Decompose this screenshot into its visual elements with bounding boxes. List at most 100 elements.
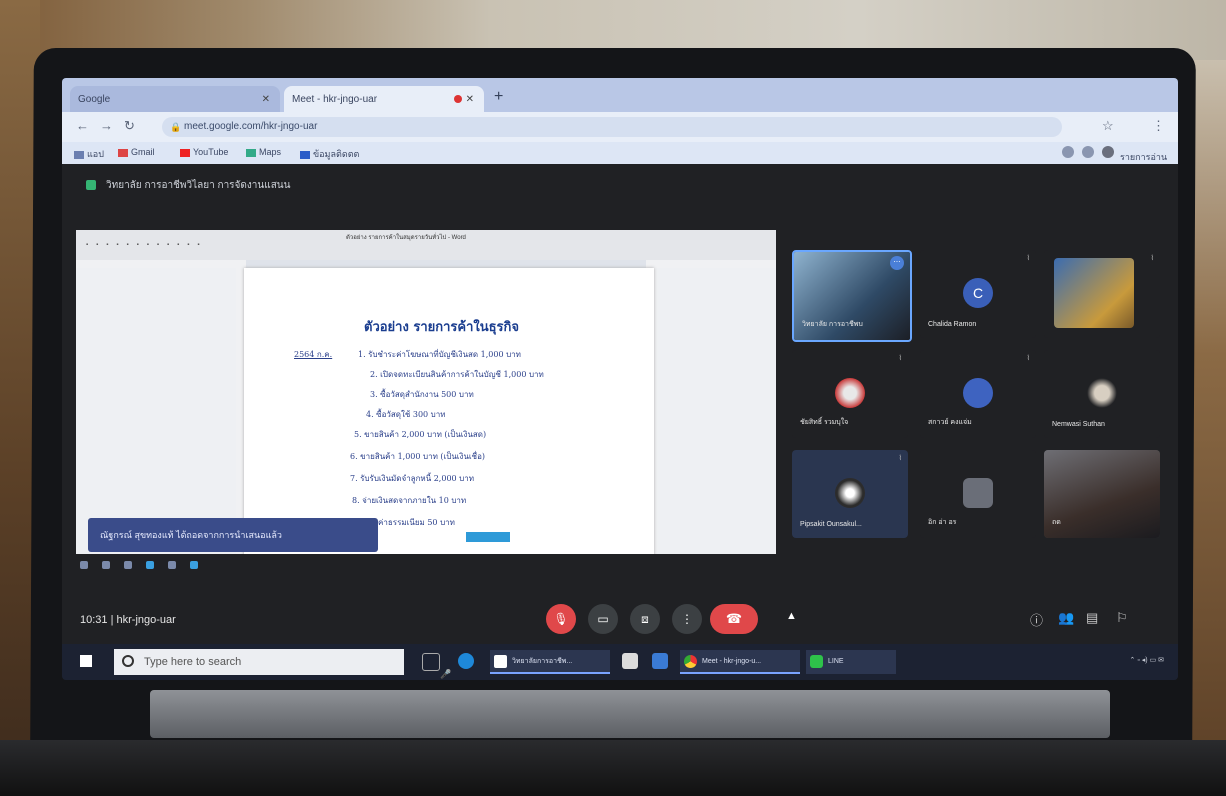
- new-tab-button[interactable]: +: [494, 88, 503, 106]
- bookmark-icon: [300, 150, 310, 159]
- document-line: 2. เปิดจดทะเบียนสินค้าการค้าในบัญชี 1,00…: [370, 370, 544, 379]
- participant-tile[interactable]: ถด: [1044, 450, 1160, 538]
- taskbar-app-line[interactable]: LINE: [806, 650, 896, 674]
- participant-tile[interactable]: ⌇ Pipsakit Ounsakul...: [792, 450, 908, 538]
- tab-meet[interactable]: Meet - hkr-jngo-uar ✕: [284, 86, 484, 112]
- recording-icon: [453, 95, 462, 103]
- lock-icon: 🔒: [170, 122, 182, 132]
- meet-area: วิทยาลัย การอาชีพวิไลยา การจัดงานแสนน ตั…: [62, 164, 1178, 680]
- document-line: 4. ซื้อวัสดุใช้ 300 บาท: [366, 410, 446, 419]
- close-icon[interactable]: ✕: [466, 94, 474, 105]
- document-status-bar: [466, 532, 510, 542]
- document-line: 6. ขายสินค้า 1,000 บาท (เป็นเงินเชื่อ): [350, 452, 485, 461]
- search-icon: [122, 655, 134, 667]
- participant-tile[interactable]: อิก อ่า อร: [920, 450, 1036, 538]
- line-icon: [810, 655, 823, 668]
- youtube-icon: [180, 148, 190, 157]
- extension-icon[interactable]: [1082, 146, 1094, 158]
- participant-tile[interactable]: ⋯ วิทยาลัย การอาชีพบ: [792, 250, 912, 342]
- document-left-margin: [76, 268, 236, 554]
- laptop-screen: Google ✕ Meet - hkr-jngo-uar ✕ + ← → ↻ 🔒…: [62, 78, 1178, 680]
- people-icon[interactable]: 👥: [1058, 610, 1074, 626]
- participant-tile[interactable]: Nemwasi Suthan: [1044, 350, 1160, 438]
- bookmark-info[interactable]: ข้อมูลติดตต: [300, 147, 359, 161]
- menu-icon[interactable]: ⋮: [1152, 118, 1165, 134]
- more-options-button[interactable]: ⋮: [672, 604, 702, 634]
- app-icon: [124, 561, 132, 569]
- ruler: [246, 260, 646, 268]
- laptop-hinge: [150, 690, 1110, 738]
- muted-icon: ⌇: [1026, 255, 1030, 262]
- bookmark-youtube[interactable]: YouTube: [180, 147, 228, 157]
- taskbar-search-input[interactable]: Type here to search 🎤: [114, 649, 451, 679]
- bookmark-gmail[interactable]: Gmail: [118, 147, 155, 157]
- more-options-icon[interactable]: ⋯: [890, 256, 904, 270]
- taskbar-app-word[interactable]: วิทยาลัยการอาชีพ...: [490, 650, 610, 674]
- windows-start-icon[interactable]: [80, 655, 92, 667]
- document-icon: [494, 655, 507, 668]
- info-icon[interactable]: ⓘ: [1030, 610, 1043, 629]
- apps-icon: [74, 150, 84, 159]
- mic-off-button[interactable]: 🎙: [546, 604, 576, 634]
- url-bar[interactable]: 🔒 meet.google.com/hkr-jngo-uar: [162, 117, 1062, 137]
- meeting-controls: 10:31 | hkr-jngo-uar 🎙 ▭ ⧈ ⋮ ☎ ▲ ⓘ 👥 ▤ ⚐: [62, 598, 1178, 644]
- muted-icon: ⌇: [1026, 355, 1030, 362]
- extension-icon[interactable]: [1062, 146, 1074, 158]
- browser-tab-bar: Google ✕ Meet - hkr-jngo-uar ✕ +: [62, 78, 1178, 112]
- close-icon[interactable]: ✕: [262, 94, 270, 105]
- chat-icon[interactable]: ▤: [1086, 610, 1098, 626]
- laptop-keyboard-deck: [0, 740, 1226, 796]
- muted-icon: ⌇: [898, 355, 902, 362]
- bookmark-maps[interactable]: Maps: [246, 147, 281, 157]
- muted-icon: ⌇: [1150, 255, 1154, 262]
- bookmark-apps[interactable]: แอป: [74, 147, 104, 161]
- present-button[interactable]: ⧈: [630, 604, 660, 634]
- presenter-banner: วิทยาลัย การอาชีพวิไลยา การจัดงานแสนน: [86, 178, 290, 193]
- participant-tile[interactable]: ⌇ ชัยสิทธิ์ รวมบุใจ: [792, 350, 908, 438]
- reload-icon[interactable]: ↻: [124, 118, 135, 134]
- document-window-title: ตัวอย่าง รายการค้าในสมุดรายวันทั่วไป - W…: [346, 235, 466, 241]
- store-icon[interactable]: [622, 653, 638, 669]
- edge-icon[interactable]: [458, 653, 474, 669]
- participant-name: ถด: [1052, 519, 1061, 526]
- microphone-icon[interactable]: 🎤: [440, 661, 451, 680]
- participant-name: อิก อ่า อร: [928, 519, 957, 526]
- document-date: 2564 ก.ค.: [294, 350, 333, 359]
- taskbar-app-chrome[interactable]: Meet - hkr-jngo-u...: [680, 650, 800, 674]
- participant-tile[interactable]: C ⌇ Chalida Ramon: [920, 250, 1036, 338]
- app-icon: [168, 561, 176, 569]
- tab-google[interactable]: Google ✕: [70, 86, 280, 112]
- start-icon: [80, 561, 88, 569]
- word-ribbon: ตัวอย่าง รายการค้าในสมุดรายวันทั่วไป - W…: [76, 230, 776, 260]
- star-icon[interactable]: ☆: [1102, 118, 1114, 134]
- present-icon: [86, 180, 96, 191]
- back-icon[interactable]: ←: [76, 118, 89, 133]
- avatar: [1087, 378, 1117, 409]
- profile-icon[interactable]: [1102, 146, 1114, 158]
- participant-tile[interactable]: ⌇ สกาวย์ คงแจ่ม: [920, 350, 1036, 438]
- activities-icon[interactable]: ⚐: [1116, 610, 1128, 626]
- participant-tile[interactable]: ⌇: [1044, 250, 1160, 338]
- chrome-icon: [684, 655, 697, 668]
- camera-button[interactable]: ▭: [588, 604, 618, 634]
- participant-name: Pipsakit Ounsakul...: [800, 521, 862, 528]
- address-row: ← → ↻ 🔒 meet.google.com/hkr-jngo-uar ☆ ⋮: [62, 112, 1178, 142]
- participant-name: Chalida Ramon: [928, 321, 977, 328]
- mail-icon[interactable]: [652, 653, 668, 669]
- leave-call-button[interactable]: ☎: [710, 604, 758, 634]
- participant-name: สกาวย์ คงแจ่ม: [928, 419, 972, 426]
- url-text: meet.google.com/hkr-jngo-uar: [184, 121, 318, 132]
- mouse-cursor-icon: ▲: [786, 610, 797, 622]
- ribbon-menu: ▪▪▪▪▪▪▪▪▪▪▪▪: [86, 242, 208, 248]
- app-icon: [190, 561, 198, 569]
- document-heading: ตัวอย่าง รายการค้าในธุรกิจ: [364, 320, 520, 335]
- task-view-icon[interactable]: [422, 653, 440, 671]
- participant-name: ชัยสิทธิ์ รวมบุใจ: [800, 419, 849, 426]
- tab-label: Google: [78, 93, 111, 105]
- document-right-margin: [656, 268, 776, 554]
- forward-icon[interactable]: →: [100, 118, 113, 133]
- muted-icon: ⌇: [898, 455, 902, 462]
- reading-list[interactable]: รายการอ่าน: [1120, 150, 1167, 164]
- document-line: 3. ซื้อวัสดุสำนักงาน 500 บาท: [370, 390, 474, 399]
- avatar: [963, 378, 993, 409]
